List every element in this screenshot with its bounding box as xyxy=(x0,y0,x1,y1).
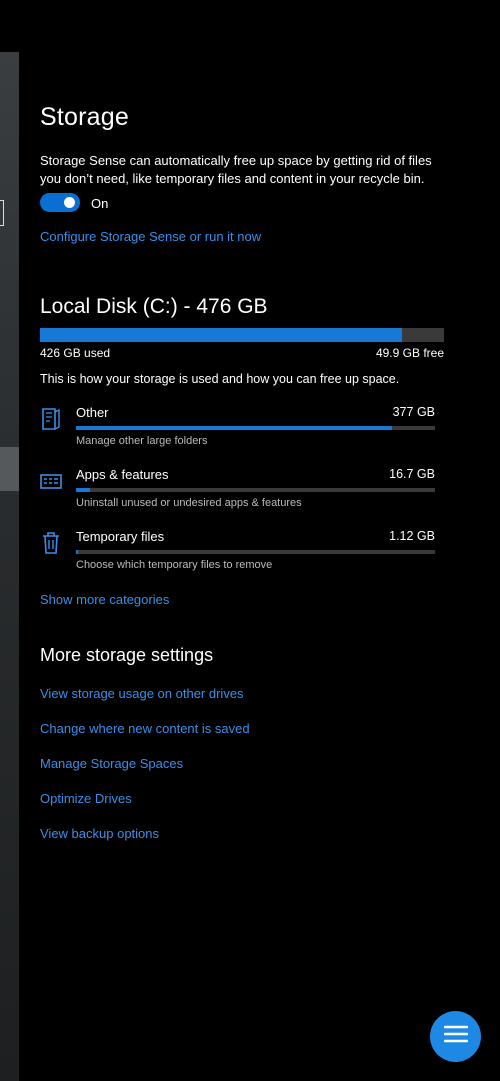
category-bar xyxy=(76,426,435,430)
disk-usage-fill xyxy=(40,328,402,342)
category-size: 16.7 GB xyxy=(389,467,435,481)
category-name: Apps & features xyxy=(76,467,169,482)
storage-sense-toggle[interactable] xyxy=(40,193,80,212)
category-name: Temporary files xyxy=(76,529,165,544)
category-temporary-files[interactable]: Temporary files 1.12 GB Choose which tem… xyxy=(40,529,440,579)
sidebar-search-box[interactable] xyxy=(0,200,4,226)
menu-icon xyxy=(443,1024,468,1049)
usage-description: This is how your storage is used and how… xyxy=(40,372,400,386)
storage-sense-description: Storage Sense can automatically free up … xyxy=(40,153,432,186)
sidebar xyxy=(0,52,19,1081)
category-size: 1.12 GB xyxy=(389,529,435,543)
category-apps-features[interactable]: Apps & features 16.7 GB Uninstall unused… xyxy=(40,467,440,517)
show-more-categories-link[interactable]: Show more categories xyxy=(40,592,169,607)
free-label: 49.9 GB free xyxy=(375,346,444,360)
change-new-content-location-link[interactable]: Change where new content is saved xyxy=(40,721,250,736)
toggle-knob xyxy=(64,197,75,208)
configure-storage-sense-link[interactable]: Configure Storage Sense or run it now xyxy=(40,229,261,244)
toggle-state-label: On xyxy=(91,196,109,211)
sidebar-item-storage[interactable] xyxy=(0,447,19,491)
apps-icon xyxy=(40,469,62,493)
trash-icon xyxy=(40,531,62,555)
page-title: Storage xyxy=(40,103,129,131)
category-subtitle: Manage other large folders xyxy=(76,435,208,447)
category-bar-fill xyxy=(76,550,78,554)
used-label: 426 GB used xyxy=(40,346,111,360)
category-bar xyxy=(76,488,435,492)
disk-title: Local Disk (C:) - 476 GB xyxy=(40,295,268,318)
optimize-drives-link[interactable]: Optimize Drives xyxy=(40,791,132,806)
more-storage-settings-title: More storage settings xyxy=(40,645,214,665)
category-subtitle: Uninstall unused or undesired apps & fea… xyxy=(76,497,302,509)
category-bar-fill xyxy=(76,426,392,430)
view-storage-other-drives-link[interactable]: View storage usage on other drives xyxy=(40,686,244,701)
category-other[interactable]: Other 377 GB Manage other large folders xyxy=(40,405,440,455)
manage-storage-spaces-link[interactable]: Manage Storage Spaces xyxy=(40,756,183,771)
category-bar xyxy=(76,550,435,554)
category-size: 377 GB xyxy=(392,405,435,419)
category-name: Other xyxy=(76,405,109,420)
disk-usage-bar xyxy=(40,328,444,342)
menu-fab-button[interactable] xyxy=(430,1011,481,1062)
view-backup-options-link[interactable]: View backup options xyxy=(40,826,159,841)
category-bar-fill xyxy=(76,488,91,492)
document-icon xyxy=(40,407,62,431)
category-subtitle: Choose which temporary files to remove xyxy=(76,559,273,571)
